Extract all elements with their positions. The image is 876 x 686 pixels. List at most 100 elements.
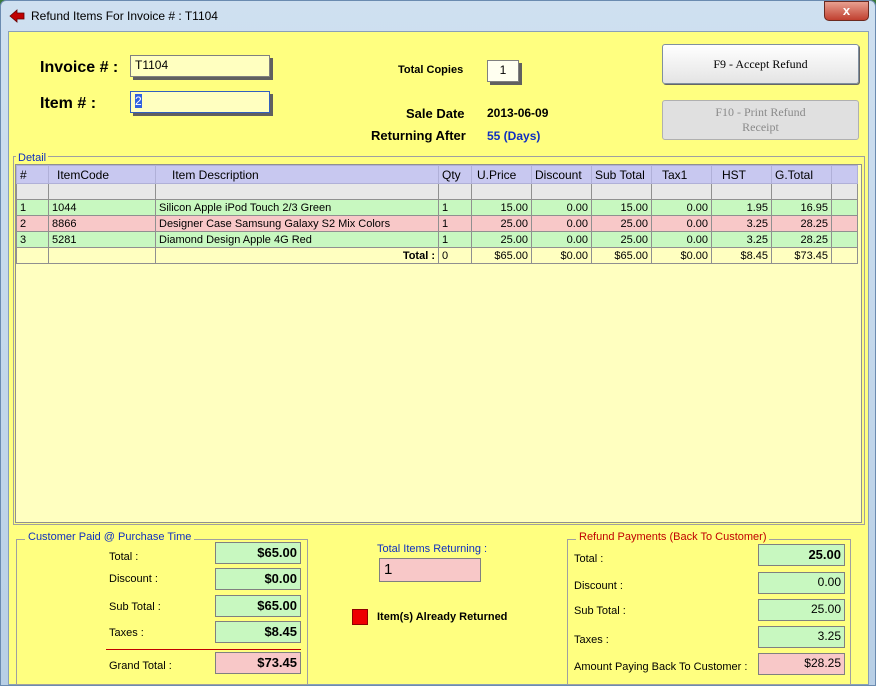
returning-after-value: 55 (Days) [487, 129, 541, 143]
cell: 5281 [48, 231, 156, 248]
cell: $8.45 [711, 247, 772, 264]
cell: 0.00 [651, 215, 712, 232]
filter-cell[interactable] [531, 183, 592, 200]
filter-cell[interactable] [471, 183, 532, 200]
table-row[interactable]: 2 8866 Designer Case Samsung Galaxy S2 M… [16, 215, 858, 232]
cell: Designer Case Samsung Galaxy S2 Mix Colo… [155, 215, 439, 232]
invoice-input[interactable]: T1104 [130, 55, 270, 77]
cell: 25.00 [471, 231, 532, 248]
already-returned-label: Item(s) Already Returned [377, 611, 508, 623]
cp-discount-label: Discount : [109, 573, 158, 585]
detail-table: # ItemCode Item Description Qty U.Price … [16, 165, 858, 264]
filter-cell[interactable] [48, 183, 156, 200]
cell: 3 [16, 231, 49, 248]
cp-grand-value: $73.45 [215, 652, 301, 674]
cell: 1044 [48, 199, 156, 216]
cell: 3.25 [711, 231, 772, 248]
cell [16, 247, 49, 264]
cell: 0.00 [531, 231, 592, 248]
col-gtotal[interactable]: G.Total [771, 165, 832, 184]
filter-cell[interactable] [711, 183, 772, 200]
col-uprice[interactable]: U.Price [471, 165, 532, 184]
cell [831, 199, 858, 216]
col-description[interactable]: Item Description [155, 165, 439, 184]
cell: 15.00 [471, 199, 532, 216]
col-hst[interactable]: HST [711, 165, 772, 184]
accept-refund-button[interactable]: F9 - Accept Refund [662, 44, 859, 84]
grand-total-divider [106, 649, 301, 650]
refund-payments-legend: Refund Payments (Back To Customer) [576, 531, 770, 543]
cell: 1 [438, 199, 472, 216]
rf-discount-label: Discount : [574, 580, 623, 592]
cp-subtotal-value: $65.00 [215, 595, 301, 617]
back-arrow-icon [9, 9, 25, 23]
cell: 1.95 [711, 199, 772, 216]
cell: 1 [438, 231, 472, 248]
rf-total-value: 25.00 [758, 544, 845, 566]
close-button[interactable]: x [824, 1, 869, 21]
rf-total-label: Total : [574, 553, 604, 565]
invoice-label: Invoice # : [40, 59, 119, 76]
cell: 28.25 [771, 231, 832, 248]
rf-taxes-label: Taxes : [574, 634, 609, 646]
cell: 0.00 [531, 215, 592, 232]
filter-cell[interactable] [16, 183, 49, 200]
cell: 8866 [48, 215, 156, 232]
filter-cell[interactable] [591, 183, 652, 200]
item-label: Item # : [40, 95, 97, 112]
cell: 25.00 [471, 215, 532, 232]
col-discount[interactable]: Discount [531, 165, 592, 184]
cell: $0.00 [531, 247, 592, 264]
rf-paying-label: Amount Paying Back To Customer : [574, 661, 748, 673]
col-tax1[interactable]: Tax1 [651, 165, 712, 184]
rf-subtotal-label: Sub Total : [574, 605, 626, 617]
rf-discount-value: 0.00 [758, 572, 845, 594]
print-button-line1: F10 - Print Refund [715, 105, 806, 119]
already-returned-swatch [352, 609, 368, 625]
cell: 0 [438, 247, 472, 264]
filter-row[interactable] [16, 183, 858, 200]
items-returning-label: Total Items Returning : [377, 543, 488, 555]
item-input[interactable]: 2 [130, 91, 270, 113]
title-bar[interactable]: Refund Items For Invoice # : T1104 x [1, 1, 875, 31]
detail-legend: Detail [16, 152, 49, 164]
sale-date-label: Sale Date [406, 106, 465, 121]
cell: 0.00 [531, 199, 592, 216]
cell: 0.00 [651, 199, 712, 216]
cp-taxes-label: Taxes : [109, 627, 144, 639]
cell: 2 [16, 215, 49, 232]
cell: Silicon Apple iPod Touch 2/3 Green [155, 199, 439, 216]
cp-total-value: $65.00 [215, 542, 301, 564]
item-input-value: 2 [135, 94, 142, 108]
col-qty[interactable]: Qty [438, 165, 472, 184]
cp-total-label: Total : [109, 551, 139, 563]
table-header-row: # ItemCode Item Description Qty U.Price … [16, 165, 858, 184]
col-subtotal[interactable]: Sub Total [591, 165, 652, 184]
filter-cell[interactable] [651, 183, 712, 200]
cell: Diamond Design Apple 4G Red [155, 231, 439, 248]
cell: 1 [16, 199, 49, 216]
print-refund-receipt-button[interactable]: F10 - Print Refund Receipt [662, 100, 859, 140]
rf-paying-value: $28.25 [758, 653, 845, 675]
col-itemcode[interactable]: ItemCode [48, 165, 156, 184]
detail-grid[interactable]: # ItemCode Item Description Qty U.Price … [15, 164, 862, 523]
total-copies-input[interactable]: 1 [487, 60, 519, 82]
cell: $0.00 [651, 247, 712, 264]
filter-cell[interactable] [438, 183, 472, 200]
table-row[interactable]: 3 5281 Diamond Design Apple 4G Red 1 25.… [16, 231, 858, 248]
filter-cell[interactable] [771, 183, 832, 200]
cell: 0.00 [651, 231, 712, 248]
cp-subtotal-label: Sub Total : [109, 601, 161, 613]
print-button-line2: Receipt [742, 120, 779, 134]
col-extra [831, 165, 858, 184]
cp-discount-value: $0.00 [215, 568, 301, 590]
cell: 1 [438, 215, 472, 232]
cell: 3.25 [711, 215, 772, 232]
items-returning-value: 1 [379, 558, 481, 582]
col-number[interactable]: # [16, 165, 49, 184]
refund-window: Refund Items For Invoice # : T1104 x Inv… [0, 0, 876, 686]
client-area: Invoice # : T1104 Item # : 2 Total Copie… [8, 31, 869, 685]
filter-cell[interactable] [155, 183, 439, 200]
cell: 15.00 [591, 199, 652, 216]
table-row[interactable]: 1 1044 Silicon Apple iPod Touch 2/3 Gree… [16, 199, 858, 216]
